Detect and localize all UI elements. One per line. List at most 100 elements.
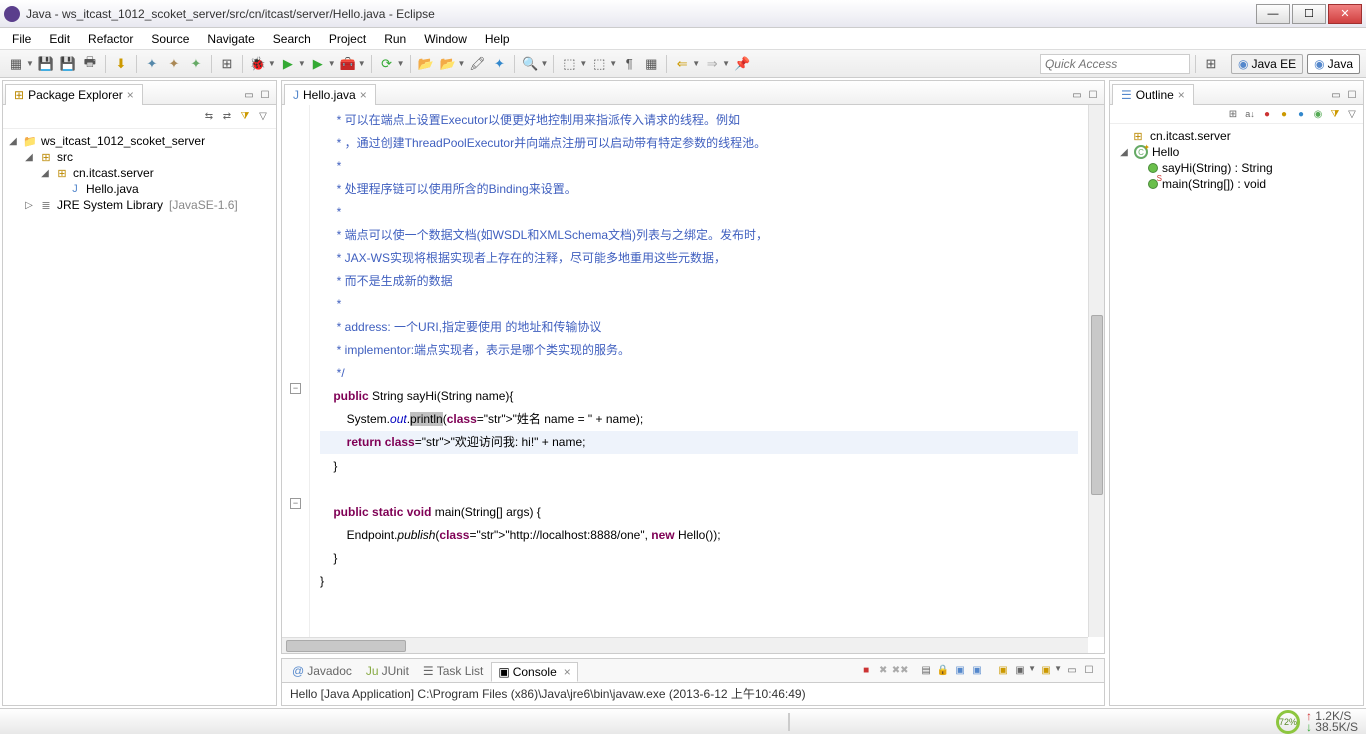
fold-icon[interactable]: − <box>290 383 301 394</box>
maximize-view-icon[interactable]: ☐ <box>1345 88 1359 102</box>
expand-arrow-icon[interactable]: ◢ <box>7 136 19 147</box>
focus-icon[interactable]: ⧩ <box>1328 107 1342 121</box>
tab-console[interactable]: ▣Console× <box>491 662 577 682</box>
menu-search[interactable]: Search <box>265 30 319 48</box>
show-whitespace-button[interactable]: ¶ <box>619 54 639 74</box>
nav-fwd-button[interactable]: ⇒ <box>702 54 722 74</box>
highlight-button[interactable]: 🖍 <box>467 54 487 74</box>
maximize-button[interactable]: ☐ <box>1292 4 1326 24</box>
editor-tab-hello[interactable]: J Hello.java × <box>284 84 376 105</box>
clear-console-button[interactable]: ▤ <box>919 664 933 678</box>
new-wizard-button[interactable]: ✦ <box>142 54 162 74</box>
menu-run[interactable]: Run <box>376 30 414 48</box>
scroll-lock-button[interactable]: 🔒 <box>936 664 950 678</box>
perspective-javaee[interactable]: ◉Java EE <box>1231 54 1303 74</box>
quick-access-input[interactable] <box>1040 54 1190 74</box>
minimize-view-icon[interactable]: ▭ <box>1065 664 1079 678</box>
open-task-button[interactable]: 📂 <box>438 54 458 74</box>
annotation-prev-icon[interactable]: ⬚ <box>559 54 579 74</box>
new-button[interactable]: ▦ <box>6 54 26 74</box>
fold-icon[interactable]: − <box>290 498 301 509</box>
filter-icon[interactable]: ⧩ <box>238 110 252 124</box>
code-area[interactable]: * 可以在端点上设置Executor以便更好地控制用来指派传入请求的线程。例如 … <box>310 105 1088 637</box>
expand-arrow-icon[interactable]: ◢ <box>39 168 51 179</box>
tab-tasklist[interactable]: ☰Task List <box>417 662 489 680</box>
debug-button[interactable]: 🐞 <box>248 54 268 74</box>
view-menu-icon[interactable]: ▽ <box>256 110 270 124</box>
open-type-button[interactable]: ⊞ <box>217 54 237 74</box>
minimize-view-icon[interactable]: ▭ <box>242 88 256 102</box>
save-button[interactable]: 💾 <box>36 54 56 74</box>
outline-class[interactable]: Hello <box>1152 145 1179 159</box>
new-console-button[interactable]: ▣ <box>1039 664 1053 678</box>
sort-icon[interactable]: ⊞ <box>1226 107 1240 121</box>
toggle-mark-button[interactable]: ✦ <box>489 54 509 74</box>
ext-tools-button[interactable]: 🧰 <box>338 54 358 74</box>
menu-window[interactable]: Window <box>416 30 475 48</box>
run-last-button[interactable]: ▶ <box>308 54 328 74</box>
menu-project[interactable]: Project <box>321 30 374 48</box>
close-button[interactable]: ✕ <box>1328 4 1362 24</box>
view-menu-icon[interactable]: ▽ <box>1345 107 1359 121</box>
close-icon[interactable]: × <box>360 88 367 102</box>
tree-src[interactable]: src <box>57 150 73 164</box>
close-icon[interactable]: × <box>127 88 134 102</box>
annotation-next-icon[interactable]: ⬚ <box>589 54 609 74</box>
close-icon[interactable]: × <box>1178 88 1185 102</box>
code-editor[interactable]: − − * 可以在端点上设置Executor以便更好地控制用来指派传入请求的线程… <box>282 105 1104 653</box>
close-icon[interactable]: × <box>564 665 571 679</box>
outline-tree[interactable]: ⊞ cn.itcast.server ◢ C✦ Hello sayHi(Stri… <box>1110 124 1363 705</box>
menu-source[interactable]: Source <box>143 30 197 48</box>
tree-project[interactable]: ws_itcast_1012_scoket_server <box>41 134 205 148</box>
hide-nonpublic-icon[interactable]: ● <box>1294 107 1308 121</box>
menu-edit[interactable]: Edit <box>41 30 78 48</box>
outline-method-sayhi[interactable]: sayHi(String) : String <box>1162 161 1273 175</box>
link-editor-icon[interactable]: ⇄ <box>220 110 234 124</box>
new-class-button[interactable]: ✦ <box>186 54 206 74</box>
remove-launch-button[interactable]: ✖ <box>876 664 890 678</box>
menu-help[interactable]: Help <box>477 30 518 48</box>
tree-file[interactable]: Hello.java <box>86 182 139 196</box>
hide-fields-icon[interactable]: ● <box>1260 107 1274 121</box>
outline-tab[interactable]: ☰ Outline × <box>1112 84 1194 105</box>
minimize-view-icon[interactable]: ▭ <box>1329 88 1343 102</box>
build-button[interactable]: ⬇ <box>111 54 131 74</box>
terminate-button[interactable]: ■ <box>859 664 873 678</box>
minimize-view-icon[interactable]: ▭ <box>1070 88 1084 102</box>
minimize-button[interactable]: — <box>1256 4 1290 24</box>
pin-button[interactable]: 📌 <box>732 54 752 74</box>
horizontal-scrollbar[interactable] <box>282 637 1088 653</box>
new-server-button[interactable]: ⟳ <box>377 54 397 74</box>
menu-navigate[interactable]: Navigate <box>199 30 262 48</box>
expand-arrow-icon[interactable]: ▷ <box>23 200 35 211</box>
package-explorer-tab[interactable]: ⊞ Package Explorer × <box>5 84 143 105</box>
sort-az-icon[interactable]: a↓ <box>1243 107 1257 121</box>
print-button[interactable]: 🖶 <box>80 54 100 74</box>
new-pkg-button[interactable]: ✦ <box>164 54 184 74</box>
nav-back-button[interactable]: ⇐ <box>672 54 692 74</box>
vertical-scrollbar[interactable] <box>1088 105 1104 637</box>
menu-file[interactable]: File <box>4 30 39 48</box>
maximize-view-icon[interactable]: ☐ <box>258 88 272 102</box>
outline-pkg[interactable]: cn.itcast.server <box>1150 129 1231 143</box>
package-explorer-tree[interactable]: ◢ 📁 ws_itcast_1012_scoket_server ◢ ⊞ src… <box>3 129 276 705</box>
expand-arrow-icon[interactable]: ◢ <box>1118 147 1130 158</box>
search-button[interactable]: 🔍 <box>520 54 540 74</box>
maximize-view-icon[interactable]: ☐ <box>1086 88 1100 102</box>
memory-indicator[interactable]: 72% <box>1276 710 1300 734</box>
expand-arrow-icon[interactable]: ◢ <box>23 152 35 163</box>
open-perspective-button[interactable]: ⊞ <box>1201 54 1221 74</box>
show-console-button[interactable]: ▣ <box>953 664 967 678</box>
pin-console-button[interactable]: ▣ <box>970 664 984 678</box>
open-console-button[interactable]: ▣ <box>1013 664 1027 678</box>
editor-gutter[interactable]: − − <box>282 105 310 653</box>
outline-method-main[interactable]: main(String[]) : void <box>1162 177 1266 191</box>
tree-pkg[interactable]: cn.itcast.server <box>73 166 154 180</box>
block-select-button[interactable]: ▦ <box>641 54 661 74</box>
tab-junit[interactable]: JuJUnit <box>360 662 415 680</box>
hide-static-icon[interactable]: ● <box>1277 107 1291 121</box>
menu-refactor[interactable]: Refactor <box>80 30 141 48</box>
open-resource-button[interactable]: 📂 <box>416 54 436 74</box>
run-button[interactable]: ▶ <box>278 54 298 74</box>
display-selected-button[interactable]: ▣ <box>996 664 1010 678</box>
